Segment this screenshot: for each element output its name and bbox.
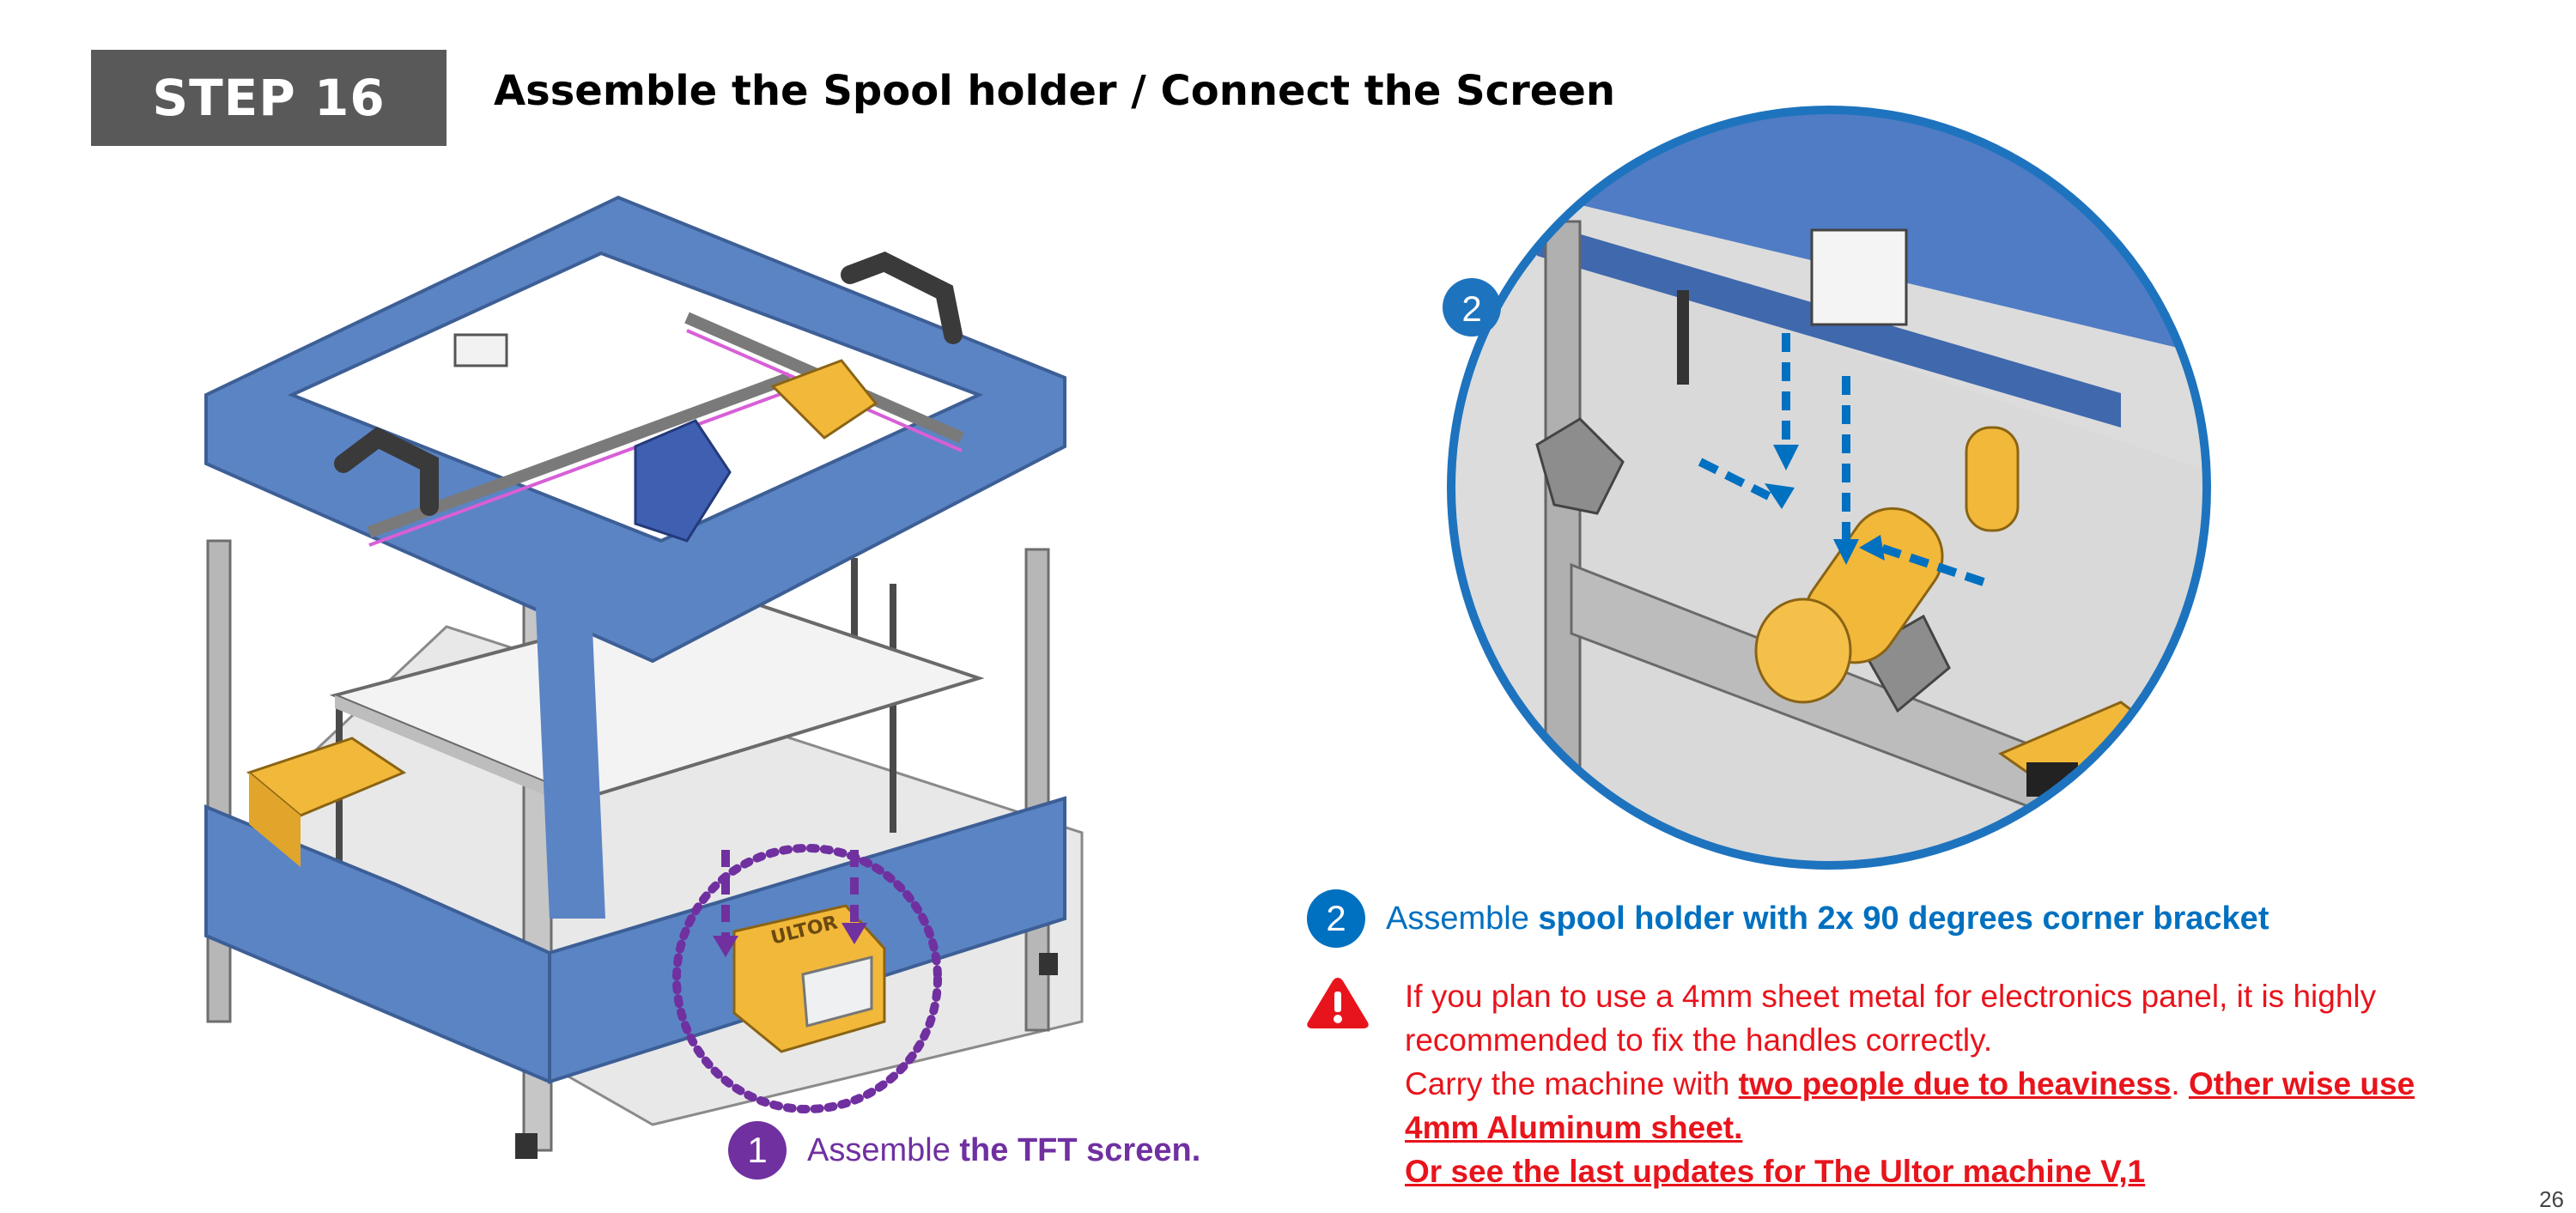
callout-text: Assemble spool holder with 2x 90 degrees… <box>1386 901 2269 937</box>
tft-screen-highlight: ULTOR <box>672 844 942 1113</box>
callout-text-plain: Assemble <box>807 1131 960 1168</box>
detail-step-number: 2 <box>1461 288 1481 329</box>
callout-text-bold: the TFT screen. <box>959 1131 1201 1168</box>
step-badge: STEP 16 <box>91 50 447 146</box>
callout-spool-holder: 2 Assemble spool holder with 2x 90 degre… <box>1307 889 2269 948</box>
callout-text-bold: spool holder with 2x 90 degrees corner b… <box>1538 900 2269 937</box>
callout-number-badge: 2 <box>1307 889 1365 948</box>
warning-emphasis-otherwise: Other wise use <box>2188 1066 2415 1101</box>
warning-line-1: If you plan to use a 4mm sheet metal for… <box>1405 979 2377 1014</box>
callout-text: Assemble the TFT screen. <box>807 1132 1200 1169</box>
warning-line-5: Or see the last updates for The Ultor ma… <box>1405 1154 2146 1189</box>
warning-emphasis-heaviness: two people due to heaviness <box>1738 1066 2172 1101</box>
callout-text-plain: Assemble <box>1386 900 1539 937</box>
callout-tft-screen: 1 Assemble the TFT screen. <box>728 1121 1200 1180</box>
warning-line-2: recommended to fix the handles correctly… <box>1405 1022 1993 1058</box>
warning-line-3: Carry the machine with two people due to… <box>1405 1062 2452 1106</box>
warning-triangle-icon <box>1307 978 1369 1028</box>
page-number: 26 <box>2539 1186 2564 1212</box>
callout-number-badge: 1 <box>728 1121 787 1180</box>
warning-line-3-separator: . <box>2171 1066 2189 1101</box>
warning-text: If you plan to use a 4mm sheet metal for… <box>1405 974 2452 1193</box>
callout-number: 1 <box>747 1130 768 1170</box>
printer-assembly-illustration <box>204 195 1084 1159</box>
warning-line-3-prefix: Carry the machine with <box>1405 1066 1739 1101</box>
spool-holder-detail-illustration: 2 <box>1443 106 2211 870</box>
step-label: STEP 16 <box>152 69 386 127</box>
warning-line-4: 4mm Aluminum sheet. <box>1405 1110 1743 1145</box>
callout-number: 2 <box>1326 898 1346 938</box>
